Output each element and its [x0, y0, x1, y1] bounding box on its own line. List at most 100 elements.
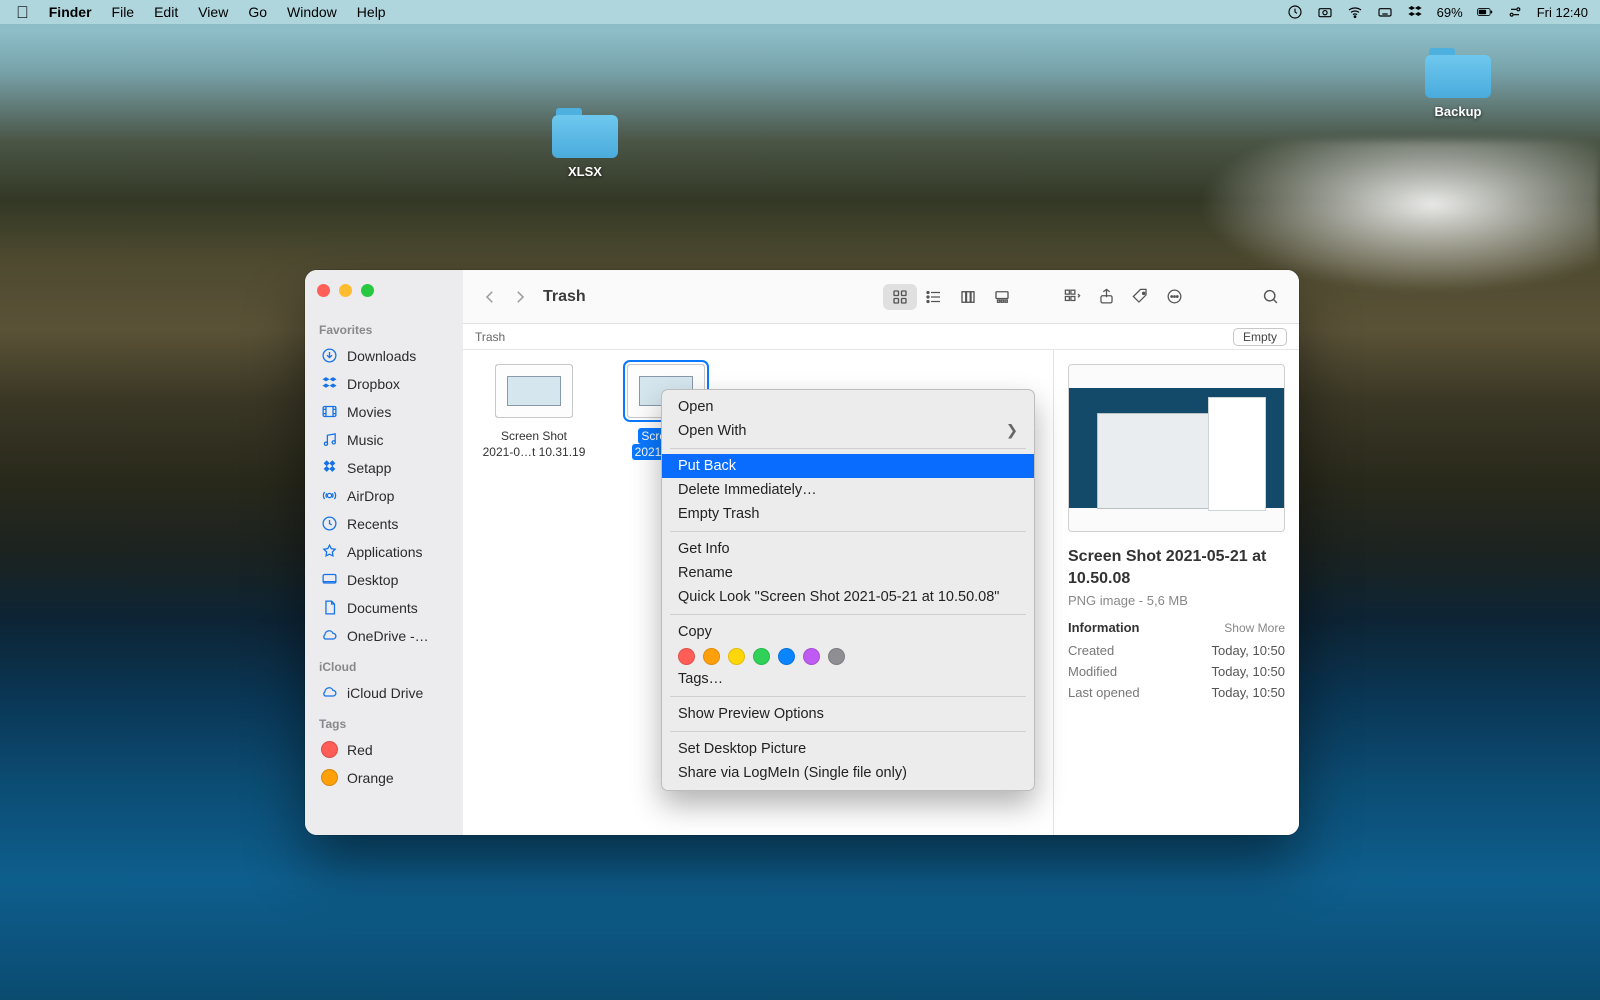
dropbox-icon[interactable]	[1407, 4, 1423, 20]
view-icon[interactable]	[883, 284, 917, 310]
tag-color[interactable]	[778, 648, 795, 665]
close-button[interactable]	[317, 284, 330, 297]
context-menu-item[interactable]: Empty Trash	[662, 502, 1034, 526]
preview-info-label: Information	[1068, 620, 1140, 635]
sidebar-item[interactable]: Documents	[315, 595, 453, 620]
view-column[interactable]	[951, 284, 985, 310]
context-menu-item[interactable]: Open	[662, 395, 1034, 419]
tag-dot-icon	[321, 769, 338, 786]
tag-color[interactable]	[803, 648, 820, 665]
share-button[interactable]	[1095, 286, 1117, 308]
sidebar-item-label: Movies	[347, 404, 391, 420]
more-button[interactable]	[1163, 286, 1185, 308]
group-by-button[interactable]	[1061, 286, 1083, 308]
menu-window[interactable]: Window	[287, 4, 337, 20]
tag-color[interactable]	[828, 648, 845, 665]
preview-show-more[interactable]: Show More	[1224, 621, 1285, 635]
context-menu-separator	[670, 614, 1026, 615]
context-menu-item[interactable]: Set Desktop Picture	[662, 737, 1034, 761]
chevron-right-icon: ❯	[1006, 423, 1018, 439]
menu-file[interactable]: File	[112, 4, 135, 20]
context-menu-separator	[670, 531, 1026, 532]
finder-sidebar: Favorites Downloads Dropbox Movies Music Set…	[305, 270, 463, 835]
context-menu-item-label: Get Info	[678, 541, 730, 557]
sidebar-item[interactable]: Applications	[315, 539, 453, 564]
sidebar-section-icloud: iCloud	[319, 660, 453, 674]
context-menu-separator	[670, 696, 1026, 697]
context-menu-item[interactable]: Rename	[662, 561, 1034, 585]
context-menu-item[interactable]: Put Back	[662, 454, 1034, 478]
sidebar-item[interactable]: Dropbox	[315, 371, 453, 396]
sidebar-item[interactable]: Movies	[315, 399, 453, 424]
context-menu-item[interactable]: Share via LogMeIn (Single file only)	[662, 761, 1034, 785]
menu-edit[interactable]: Edit	[154, 4, 178, 20]
search-button[interactable]	[1259, 286, 1281, 308]
sidebar-item-label: Red	[347, 742, 373, 758]
sidebar-item[interactable]: OneDrive -…	[315, 623, 453, 648]
tags-button[interactable]	[1129, 286, 1151, 308]
clock-icon[interactable]	[1287, 4, 1303, 20]
context-menu-item[interactable]: Copy	[662, 620, 1034, 644]
context-menu-item[interactable]: Show Preview Options	[662, 702, 1034, 726]
view-list[interactable]	[917, 284, 951, 310]
nav-back-button[interactable]	[481, 288, 499, 306]
apple-menu-icon[interactable]: 	[16, 4, 29, 21]
context-menu-item[interactable]: Tags…	[662, 667, 1034, 691]
tag-color[interactable]	[678, 648, 695, 665]
camera-icon[interactable]	[1317, 4, 1333, 20]
context-menu-item[interactable]: Get Info	[662, 537, 1034, 561]
desktop-folder[interactable]: Backup	[1413, 48, 1503, 119]
minimize-button[interactable]	[339, 284, 352, 297]
sidebar-tag[interactable]: Orange	[315, 765, 453, 790]
sidebar-item[interactable]: Recents	[315, 511, 453, 536]
sidebar-item-label: Desktop	[347, 572, 398, 588]
tag-color[interactable]	[703, 648, 720, 665]
sidebar-tag[interactable]: Red	[315, 737, 453, 762]
view-gallery[interactable]	[985, 284, 1019, 310]
finder-toolbar: Trash	[463, 270, 1299, 324]
nav-fwd-button[interactable]	[511, 288, 529, 306]
menu-bar:  Finder File Edit View Go Window Help 6…	[0, 0, 1600, 24]
context-menu-item-label: Show Preview Options	[678, 706, 824, 722]
context-menu-item[interactable]: Quick Look "Screen Shot 2021-05-21 at 10…	[662, 585, 1034, 609]
context-menu-item-label: Copy	[678, 624, 712, 640]
preview-subtitle: PNG image - 5,6 MB	[1068, 593, 1285, 608]
keyboard-icon[interactable]	[1377, 4, 1393, 20]
wifi-icon[interactable]	[1347, 4, 1363, 20]
sidebar-section-tags: Tags	[319, 717, 453, 731]
context-menu-item[interactable]: Open With❯	[662, 419, 1034, 443]
preview-info-row: CreatedToday, 10:50	[1068, 643, 1285, 658]
context-menu-tag-colors	[662, 644, 1034, 667]
sidebar-item[interactable]: Music	[315, 427, 453, 452]
sidebar-item[interactable]: Downloads	[315, 343, 453, 368]
file-item[interactable]: Screen Shot2021-0…t 10.31.19	[479, 364, 589, 460]
control-center-icon[interactable]	[1507, 4, 1523, 20]
context-menu-item-label: Rename	[678, 565, 733, 581]
file-label: Screen Shot2021-0…t 10.31.19	[479, 428, 589, 460]
preview-info-row: Last openedToday, 10:50	[1068, 685, 1285, 700]
menu-go[interactable]: Go	[248, 4, 267, 20]
preview-pane: Screen Shot 2021-05-21 at 10.50.08 PNG i…	[1053, 350, 1299, 835]
sidebar-section-favorites: Favorites	[319, 323, 453, 337]
desktop-folder[interactable]: XLSX	[540, 108, 630, 179]
tag-color[interactable]	[728, 648, 745, 665]
menu-view[interactable]: View	[198, 4, 228, 20]
battery-icon[interactable]	[1477, 4, 1493, 20]
sidebar-item[interactable]: Desktop	[315, 567, 453, 592]
path-text: Trash	[475, 330, 505, 344]
context-menu-item[interactable]: Delete Immediately…	[662, 478, 1034, 502]
sidebar-item[interactable]: iCloud Drive	[315, 680, 453, 705]
sidebar-item[interactable]: Setapp	[315, 455, 453, 480]
sidebar-item-label: Applications	[347, 544, 423, 560]
empty-trash-button[interactable]: Empty	[1233, 328, 1287, 346]
file-thumbnail	[495, 364, 573, 418]
zoom-button[interactable]	[361, 284, 374, 297]
menu-clock[interactable]: Fri 12:40	[1537, 5, 1588, 20]
tag-color[interactable]	[753, 648, 770, 665]
app-name[interactable]: Finder	[49, 4, 92, 20]
sidebar-item[interactable]: AirDrop	[315, 483, 453, 508]
desktop-folder-label: XLSX	[540, 164, 630, 179]
sidebar-item-label: AirDrop	[347, 488, 394, 504]
menu-help[interactable]: Help	[357, 4, 386, 20]
preview-thumbnail	[1068, 364, 1285, 532]
